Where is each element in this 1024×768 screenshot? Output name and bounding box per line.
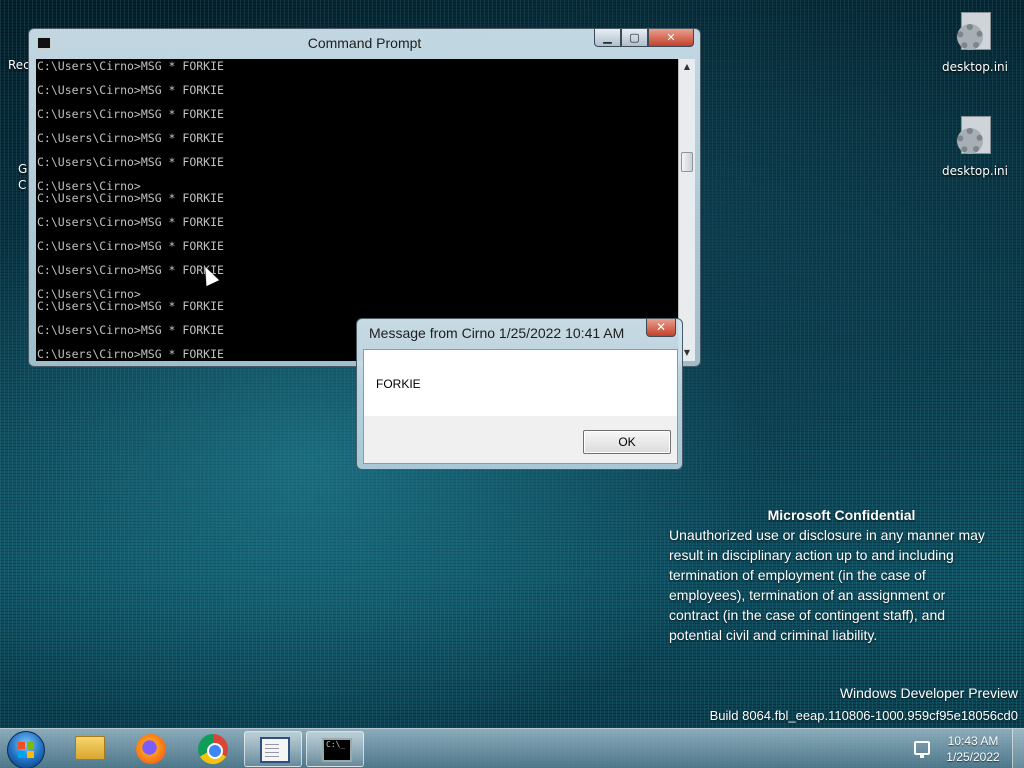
confidential-watermark: Microsoft Confidential Unauthorized use … (669, 505, 1014, 645)
system-clock[interactable]: 10:43 AM 1/25/2022 (940, 733, 1006, 765)
close-button[interactable]: ✕ (648, 29, 694, 47)
console-line: C:\Users\Cirno>MSG * FORKIE (37, 215, 224, 229)
desktop-icon-desktop-ini[interactable]: desktop.ini (935, 116, 1015, 178)
taskbar-file-explorer[interactable] (60, 731, 118, 767)
dialog-title: Message from Cirno 1/25/2022 10:41 AM (369, 325, 625, 341)
taskbar-notepad[interactable] (244, 731, 302, 767)
console-line: C:\Users\Cirno>MSG * FORKIE (37, 59, 224, 73)
settings-file-icon (953, 116, 997, 160)
console-line: C:\Users\Cirno>MSG * FORKIE (37, 347, 224, 361)
dialog-body: FORKIE OK (363, 349, 678, 464)
console-line: C:\Users\Cirno>MSG * FORKIE (37, 263, 224, 277)
taskbar-command-prompt[interactable]: C:\_ (306, 731, 364, 767)
chrome-icon (198, 734, 228, 764)
title-bar[interactable]: Command Prompt ▁ ▢ ✕ (29, 29, 700, 59)
watermark-title: Microsoft Confidential (767, 507, 916, 523)
console-line: C:\Users\Cirno>MSG * FORKIE (37, 107, 224, 121)
folder-icon (75, 736, 105, 760)
build-number: Build 8064.fbl_eeap.110806-1000.959cf95e… (709, 708, 1018, 723)
watermark-line: termination of employment (in the case o… (669, 567, 926, 583)
message-dialog[interactable]: Message from Cirno 1/25/2022 10:41 AM ✕ … (356, 318, 683, 470)
message-text: FORKIE (376, 377, 421, 391)
windows-logo-icon (18, 742, 34, 758)
dialog-close-button[interactable]: ✕ (646, 319, 676, 337)
ok-button[interactable]: OK (583, 430, 671, 454)
watermark-line: Unauthorized use or disclosure in any ma… (669, 527, 985, 543)
minimize-button[interactable]: ▁ (594, 29, 621, 47)
watermark-line: employees), termination of an assignment… (669, 587, 946, 603)
desktop-icon-label-partial: Rec (8, 58, 30, 72)
message-area: FORKIE (364, 350, 677, 416)
console-line: C:\Users\Cirno>MSG * FORKIE (37, 299, 224, 313)
maximize-button[interactable]: ▢ (621, 29, 648, 47)
notepad-icon (260, 737, 290, 763)
command-prompt-window[interactable]: Command Prompt ▁ ▢ ✕ C:\Users\Cirno>MSG … (28, 28, 701, 367)
desktop-icon-label-partial: C (18, 178, 27, 192)
watermark-line: contract (in the case of contingent staf… (669, 607, 946, 623)
desktop-icon-label-partial: G (18, 162, 28, 176)
scroll-thumb[interactable] (681, 152, 693, 172)
command-prompt-icon: C:\_ (322, 738, 352, 762)
console-line: C:\Users\Cirno>MSG * FORKIE (37, 83, 224, 97)
taskbar-chrome[interactable] (184, 731, 242, 767)
taskbar: C:\_ 10:43 AM 1/25/2022 (0, 728, 1024, 768)
scroll-up-arrow-icon[interactable]: ▲ (679, 59, 695, 75)
start-button[interactable] (7, 731, 45, 768)
console-output[interactable]: C:\Users\Cirno>MSG * FORKIE C:\Users\Cir… (36, 59, 678, 361)
network-icon[interactable] (914, 741, 930, 758)
clock-time: 10:43 AM (947, 734, 999, 748)
console-line: C:\Users\Cirno>MSG * FORKIE (37, 131, 224, 145)
show-desktop-button[interactable] (1012, 729, 1024, 768)
console-line: C:\Users\Cirno>MSG * FORKIE (37, 323, 224, 337)
console-line: C:\Users\Cirno>MSG * FORKIE (37, 239, 224, 253)
desktop-icon-label: desktop.ini (942, 60, 1008, 74)
clock-date: 1/25/2022 (946, 750, 1000, 764)
build-name: Windows Developer Preview (839, 685, 1018, 701)
taskbar-firefox[interactable] (122, 731, 180, 767)
vertical-scrollbar[interactable]: ▲ ▼ (678, 59, 695, 361)
desktop-icon-label: desktop.ini (942, 164, 1008, 178)
settings-file-icon (953, 12, 997, 56)
watermark-line: potential civil and criminal liability. (669, 627, 878, 643)
firefox-icon (136, 734, 166, 764)
desktop-icon-desktop-ini[interactable]: desktop.ini (935, 12, 1015, 74)
console-line: C:\Users\Cirno>MSG * FORKIE (37, 191, 224, 205)
console-line: C:\Users\Cirno>MSG * FORKIE (37, 155, 224, 169)
watermark-line: result in disciplinary action up to and … (669, 547, 954, 563)
